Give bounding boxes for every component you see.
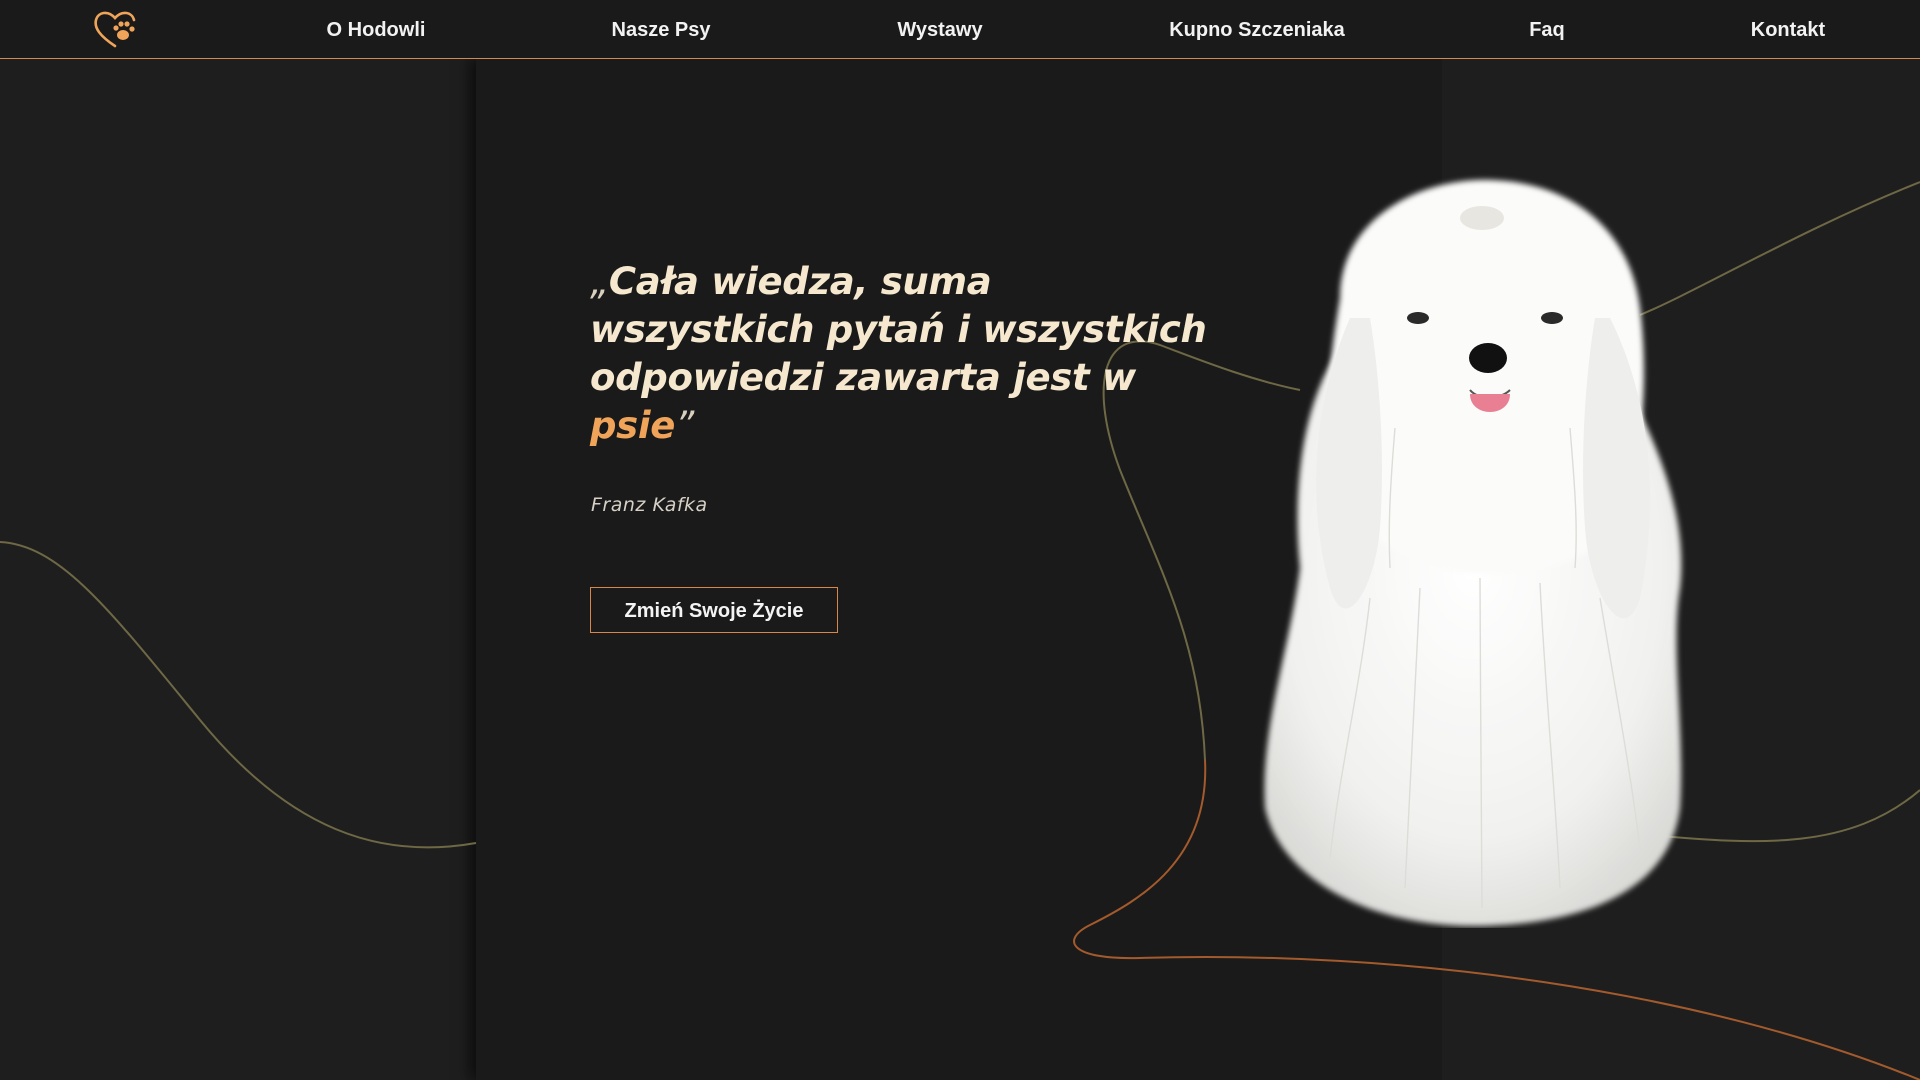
quote-accent-word: psie: [590, 404, 676, 447]
nav-link-o-hodowli[interactable]: O Hodowli: [327, 0, 426, 58]
quote-close-mark: ”: [675, 404, 694, 447]
nav-link-wystawy[interactable]: Wystawy: [897, 0, 982, 58]
cta-button[interactable]: Zmień Swoje Życie: [590, 587, 838, 633]
top-navigation: O Hodowli Nasze Psy Wystawy Kupno Szczen…: [0, 0, 1920, 59]
heart-paw-icon[interactable]: [92, 8, 138, 50]
page: O Hodowli Nasze Psy Wystawy Kupno Szczen…: [0, 0, 1920, 1080]
nav-link-nasze-psy[interactable]: Nasze Psy: [612, 0, 711, 58]
maltese-dog-image: [1264, 179, 1682, 927]
nav-link-faq[interactable]: Faq: [1529, 0, 1565, 58]
left-panel: [0, 59, 476, 1080]
quote-text: Cała wiedza, suma wszystkich pytań i wsz…: [590, 260, 1207, 399]
quote-open-mark: „: [590, 260, 609, 303]
nav-link-kontakt[interactable]: Kontakt: [1751, 0, 1825, 58]
hero-quote: „Cała wiedza, suma wszystkich pytań i ws…: [590, 258, 1210, 450]
nav-link-kupno-szczeniaka[interactable]: Kupno Szczeniaka: [1169, 0, 1345, 58]
quote-author: Franz Kafka: [591, 494, 708, 516]
